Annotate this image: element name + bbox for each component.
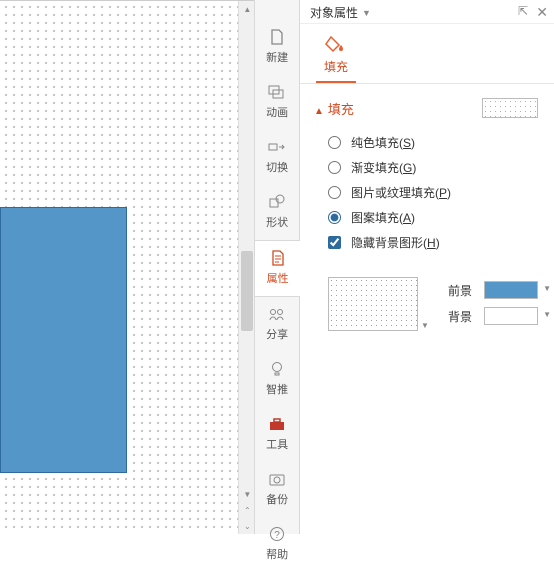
bg-label: 背景: [448, 308, 478, 325]
toolbox-icon: [267, 415, 287, 433]
radio-solid[interactable]: [328, 136, 341, 149]
radio-pattern[interactable]: [328, 211, 341, 224]
opt-solid[interactable]: 纯色填充(S): [328, 130, 554, 155]
selected-shape[interactable]: [0, 207, 127, 473]
section-fill-header[interactable]: ▲填充: [300, 84, 554, 124]
opt-label: 渐变填充: [351, 159, 399, 176]
opt-gradient[interactable]: 渐变填充(G): [328, 155, 554, 180]
fg-label: 前景: [448, 282, 478, 299]
vtab-prop[interactable]: 属性: [255, 240, 300, 297]
anim-icon: [267, 83, 287, 101]
vtab-backup[interactable]: 备份: [255, 462, 299, 517]
vtab-label: 分享: [266, 326, 288, 342]
opt-hide-bg[interactable]: 隐藏背景图形(H): [328, 230, 554, 255]
vtab-shape[interactable]: 形状: [255, 185, 299, 240]
dropdown-icon[interactable]: ▼: [362, 8, 371, 18]
radio-gradient[interactable]: [328, 161, 341, 174]
canvas-scrollbar[interactable]: ▲ ▼ ⌃ ⌄: [238, 1, 254, 534]
fill-options: 纯色填充(S) 渐变填充(G) 图片或纹理填充(P) 图案填充(A) 隐藏背景图…: [300, 124, 554, 255]
file-icon: [267, 28, 287, 46]
bg-color-picker[interactable]: ▼: [484, 307, 538, 325]
vtab-help[interactable]: ? 帮助: [255, 517, 299, 572]
vtab-label: 属性: [267, 270, 289, 286]
radio-picture[interactable]: [328, 186, 341, 199]
subtab-label: 填充: [324, 58, 348, 75]
vtab-label: 形状: [266, 214, 288, 230]
vtab-label: 动画: [266, 104, 288, 120]
bulb-icon: [267, 360, 287, 378]
pattern-preview[interactable]: ▼: [328, 277, 418, 331]
panel-title: 对象属性: [310, 4, 358, 21]
panel-header: 对象属性 ▼ ⇱ ✕: [300, 0, 554, 24]
vtab-label: 智推: [266, 381, 288, 397]
opt-label: 纯色填充: [351, 134, 399, 151]
fg-color-row: 前景 ▼: [448, 277, 538, 303]
camera-icon: [267, 470, 287, 488]
bucket-icon: [324, 34, 348, 56]
vtab-label: 工具: [266, 436, 288, 452]
scroll-up-icon[interactable]: ▲: [239, 1, 255, 17]
vtab-label: 帮助: [266, 546, 288, 562]
canvas-area[interactable]: ▲ ▼ ⌃ ⌄: [0, 0, 254, 534]
vtab-label: 切换: [266, 159, 288, 175]
prop-icon: [268, 249, 288, 267]
pattern-settings: ▼ 前景 ▼ 背景 ▼: [300, 255, 554, 331]
pin-icon[interactable]: ⇱: [518, 4, 528, 18]
help-icon: ?: [267, 525, 287, 543]
opt-label: 图片或纹理填充: [351, 184, 435, 201]
chevron-down-icon[interactable]: ▼: [417, 318, 433, 332]
vtab-share[interactable]: 分享: [255, 297, 299, 352]
panel-subtabs: 填充: [300, 24, 554, 84]
subtab-fill[interactable]: 填充: [316, 34, 356, 83]
opt-pattern[interactable]: 图案填充(A): [328, 205, 554, 230]
scroll-thumb[interactable]: [241, 251, 253, 331]
properties-panel: 对象属性 ▼ ⇱ ✕ 填充 ▲填充 纯色填充(S) 渐变填充(G) 图片或纹理填…: [300, 0, 554, 534]
chevron-down-icon[interactable]: ▼: [543, 310, 551, 319]
close-icon[interactable]: ✕: [536, 4, 548, 21]
vertical-tabs: 新建 动画 切换 形状 属性 分享 智推 工具 备份 ? 帮助: [254, 0, 300, 534]
chevron-down-icon[interactable]: ▼: [543, 284, 551, 293]
opt-picture[interactable]: 图片或纹理填充(P): [328, 180, 554, 205]
vtab-smart[interactable]: 智推: [255, 352, 299, 407]
fill-preview-swatch[interactable]: [482, 98, 538, 118]
opt-label: 图案填充: [351, 209, 399, 226]
color-controls: 前景 ▼ 背景 ▼: [448, 277, 538, 329]
vtab-tool[interactable]: 工具: [255, 407, 299, 462]
vtab-trans[interactable]: 切换: [255, 130, 299, 185]
vtab-new[interactable]: 新建: [255, 20, 299, 75]
scroll-double-down-icon[interactable]: ⌄: [239, 518, 255, 534]
share-icon: [267, 305, 287, 323]
trans-icon: [267, 138, 287, 156]
vtab-anim[interactable]: 动画: [255, 75, 299, 130]
check-hide-bg[interactable]: [328, 236, 341, 249]
fg-color-picker[interactable]: ▼: [484, 281, 538, 299]
shape-icon: [267, 193, 287, 211]
section-title: ▲填充: [314, 99, 354, 118]
svg-text:?: ?: [274, 530, 280, 541]
scroll-double-up-icon[interactable]: ⌃: [239, 502, 255, 518]
bg-color-row: 背景 ▼: [448, 303, 538, 329]
vtab-label: 备份: [266, 491, 288, 507]
collapse-icon: ▲: [314, 106, 324, 117]
vtab-label: 新建: [266, 49, 288, 65]
opt-label: 隐藏背景图形: [351, 234, 423, 251]
scroll-down-icon[interactable]: ▼: [239, 486, 255, 502]
